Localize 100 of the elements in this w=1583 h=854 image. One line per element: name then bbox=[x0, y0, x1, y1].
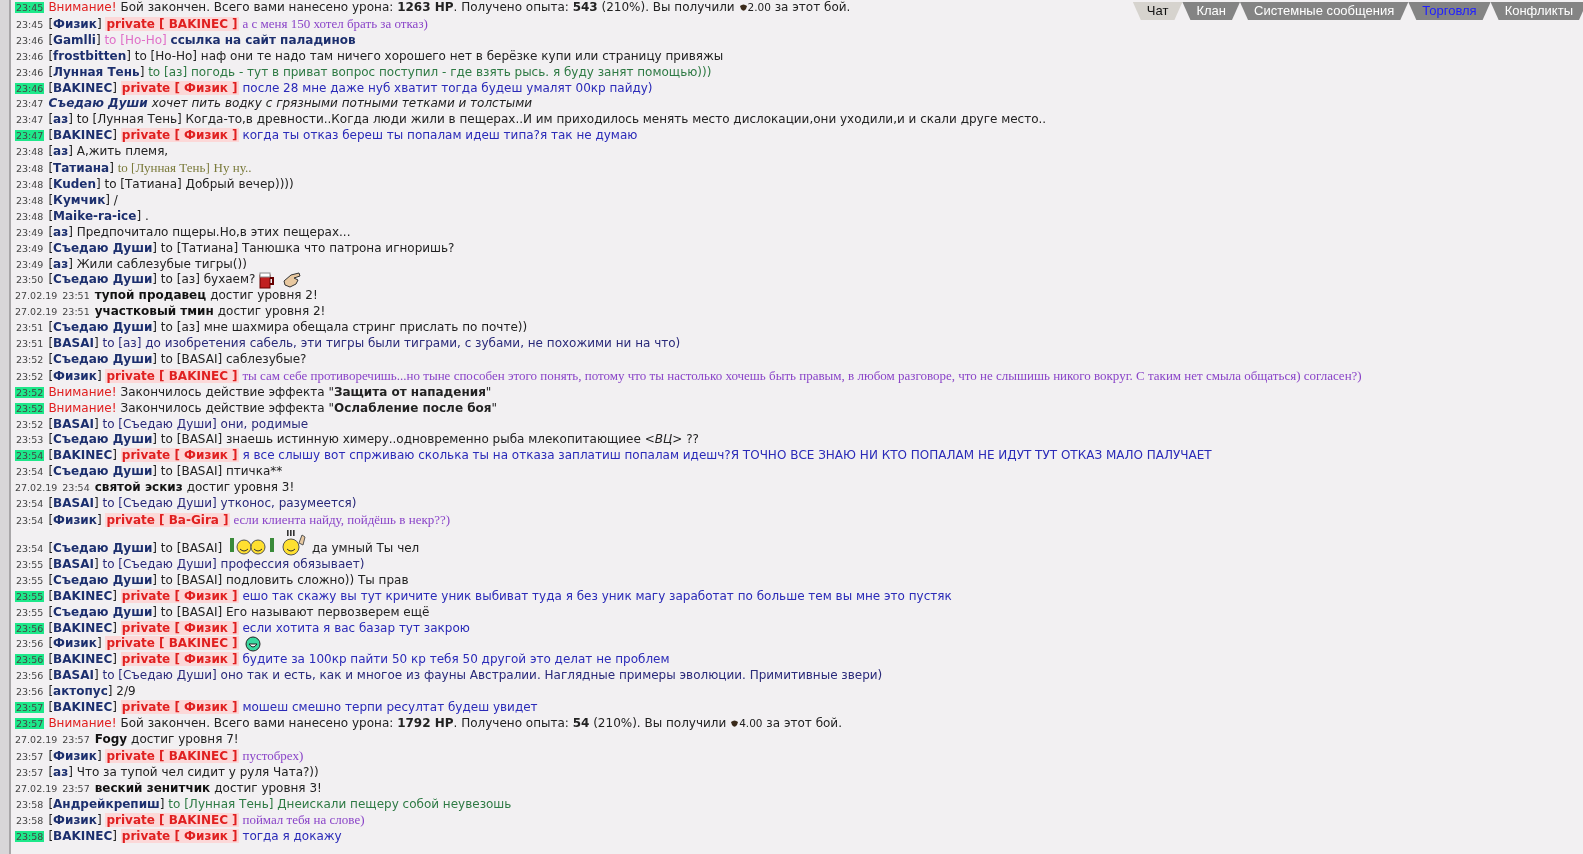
message-time: 23:54 bbox=[15, 515, 45, 526]
sender-name[interactable]: [BAKINEC] bbox=[48, 700, 117, 715]
sender-name[interactable]: [аз] bbox=[48, 256, 73, 271]
recipient[interactable]: to [аз] bbox=[102, 336, 142, 351]
message-time: 23:47 bbox=[15, 130, 45, 142]
sender-name[interactable]: [BASAI] bbox=[48, 416, 99, 431]
sender-name[interactable]: [Съедаю Души] bbox=[48, 604, 158, 619]
player-name: веский зенитчик bbox=[94, 780, 211, 795]
sender-name[interactable]: [аз] bbox=[48, 764, 73, 779]
private-recipient[interactable]: private [ BAKINEC ] bbox=[105, 16, 239, 31]
recipient[interactable]: to [BASAI] bbox=[160, 464, 223, 479]
chat-tab[interactable]: Конфликты bbox=[1490, 2, 1583, 20]
chat-tab[interactable]: Клан bbox=[1182, 2, 1240, 20]
sender-name[interactable]: [Съедаю Души] bbox=[48, 541, 158, 555]
sender-name[interactable]: [Съедаю Души] bbox=[48, 572, 158, 587]
sender-name[interactable]: [BAKINEC] bbox=[48, 620, 117, 635]
sender-name[interactable]: [BASAI] bbox=[48, 556, 99, 571]
recipient[interactable]: to [Лунная Тень] bbox=[168, 796, 274, 811]
sender-name[interactable]: [Татиана] bbox=[48, 161, 114, 176]
warning-label: Внимание! bbox=[48, 715, 117, 730]
chat-tab[interactable]: Системные сообщения bbox=[1240, 2, 1409, 20]
sender-name[interactable]: [BAKINEC] bbox=[48, 80, 117, 95]
recipient[interactable]: to [Но-Но] bbox=[134, 48, 197, 63]
sender-name[interactable]: [BAKINEC] bbox=[48, 588, 117, 603]
private-recipient[interactable]: private [ Физик ] bbox=[120, 829, 239, 844]
recipient[interactable]: to [аз] bbox=[160, 320, 200, 335]
sender-name[interactable]: [Кумчик] bbox=[48, 192, 110, 207]
recipient[interactable]: to [аз] bbox=[160, 272, 200, 287]
recipient[interactable]: to [BASAI] bbox=[160, 432, 223, 447]
sender-name[interactable]: [BAKINEC] bbox=[48, 128, 117, 143]
recipient[interactable]: to [Съедаю Души] bbox=[102, 496, 217, 511]
smiley-icon bbox=[245, 635, 262, 652]
recipient[interactable]: to [BASAI] bbox=[160, 572, 223, 587]
sender-name[interactable]: [BASAI] bbox=[48, 336, 99, 351]
message-time: 23:45 bbox=[15, 2, 45, 13]
sender-name[interactable]: [BAKINEC] bbox=[48, 829, 117, 844]
sender-name[interactable]: [Съедаю Души] bbox=[48, 464, 158, 479]
message-time: 23:52 bbox=[15, 386, 45, 398]
recipient[interactable]: to [Съедаю Души] bbox=[102, 668, 217, 683]
recipient[interactable]: to [Татиана] bbox=[160, 240, 239, 255]
sender-name[interactable]: [аз] bbox=[48, 224, 73, 239]
sender-name[interactable]: [BASAI] bbox=[48, 496, 99, 511]
sender-name[interactable]: [Съедаю Души] bbox=[48, 272, 158, 287]
sender-name[interactable]: [frostbitten] bbox=[48, 48, 131, 63]
recipient[interactable]: to [BASAI] bbox=[160, 351, 223, 366]
recipient[interactable]: to [BASAI] bbox=[160, 604, 223, 619]
message-time: 23:52 bbox=[15, 402, 45, 414]
sender-name[interactable]: [Съедаю Души] bbox=[48, 320, 158, 335]
message-text: подловить сложно)) Ты прав bbox=[225, 572, 409, 587]
sender-name[interactable]: [Съедаю Души] bbox=[48, 351, 158, 366]
sender-name[interactable]: [BAKINEC] bbox=[48, 448, 117, 463]
sender-name[interactable]: [Съедаю Души] bbox=[48, 240, 158, 255]
private-recipient[interactable]: private [ BAKINEC ] bbox=[105, 813, 239, 828]
sender-name[interactable]: [Физик] bbox=[48, 636, 102, 651]
player-name: Съедаю Души bbox=[48, 96, 148, 111]
message-text: Ну ну.. bbox=[213, 160, 252, 176]
recipient[interactable]: to [Лунная Тень] bbox=[117, 160, 210, 176]
private-recipient[interactable]: private [ Физик ] bbox=[120, 80, 239, 95]
private-recipient[interactable]: private [ Ba-Gira ] bbox=[105, 513, 230, 527]
recipient[interactable]: to [Татиана] bbox=[104, 176, 182, 191]
recipient[interactable]: to [Съедаю Души] bbox=[102, 556, 217, 571]
sender-name[interactable]: [аз] bbox=[48, 112, 73, 127]
sender-name[interactable]: [Физик] bbox=[48, 513, 102, 527]
private-recipient[interactable]: private [ Физик ] bbox=[120, 448, 239, 463]
message-text: достиг уровня 7! bbox=[131, 731, 239, 746]
message-text: да умный Ты чел bbox=[311, 541, 420, 555]
sender-name[interactable]: [Физик] bbox=[48, 368, 102, 383]
sender-name[interactable]: [BASAI] bbox=[48, 668, 99, 683]
sender-name[interactable]: [Физик] bbox=[48, 813, 102, 828]
chat-tab[interactable]: Чат bbox=[1132, 2, 1183, 20]
sender-name[interactable]: [Maike-ra-ice] bbox=[48, 208, 142, 223]
private-recipient[interactable]: private [ Физик ] bbox=[120, 588, 239, 603]
private-recipient[interactable]: private [ BAKINEC ] bbox=[105, 748, 239, 763]
message-text: наф они те надо там ничего хорошего нет в берёзке купи или страницу привяжы bbox=[200, 48, 724, 63]
sender-name[interactable]: [Физик] bbox=[48, 748, 102, 763]
acorn-icon bbox=[739, 3, 747, 12]
sender-name[interactable]: [Gamlli] bbox=[48, 32, 101, 47]
private-recipient[interactable]: private [ BAKINEC ] bbox=[105, 636, 239, 651]
private-recipient[interactable]: private [ Физик ] bbox=[120, 128, 239, 143]
private-recipient[interactable]: private [ Физик ] bbox=[120, 700, 239, 715]
message-time: 23:54 bbox=[15, 543, 45, 554]
sender-name[interactable]: [Лунная Тень] bbox=[48, 64, 145, 79]
message-time: 23:48 bbox=[15, 194, 45, 206]
recipient[interactable]: to [Лунная Тень] bbox=[76, 112, 182, 127]
sender-name[interactable]: [Kuden] bbox=[48, 176, 101, 191]
message-text: А,жить племя, bbox=[76, 144, 169, 159]
private-recipient[interactable]: private [ Физик ] bbox=[120, 620, 239, 635]
sender-name[interactable]: [актопус] bbox=[48, 684, 113, 699]
message-time: 23:49 bbox=[15, 258, 45, 270]
sender-name[interactable]: [Андрейкрепиш] bbox=[48, 796, 165, 811]
recipient[interactable]: to [Съедаю Души] bbox=[102, 416, 217, 431]
recipient[interactable]: to [BASAI] bbox=[160, 541, 223, 555]
message-time: 23:51 bbox=[61, 306, 91, 318]
sender-name[interactable]: [BAKINEC] bbox=[48, 652, 117, 667]
sender-name[interactable]: [Съедаю Души] bbox=[48, 432, 158, 447]
private-recipient[interactable]: private [ BAKINEC ] bbox=[105, 368, 239, 383]
recipient[interactable]: to [аз] bbox=[148, 64, 188, 79]
sender-name[interactable]: [Физик] bbox=[48, 16, 102, 31]
private-recipient[interactable]: private [ Физик ] bbox=[120, 652, 239, 667]
sender-name[interactable]: [аз] bbox=[48, 144, 73, 159]
